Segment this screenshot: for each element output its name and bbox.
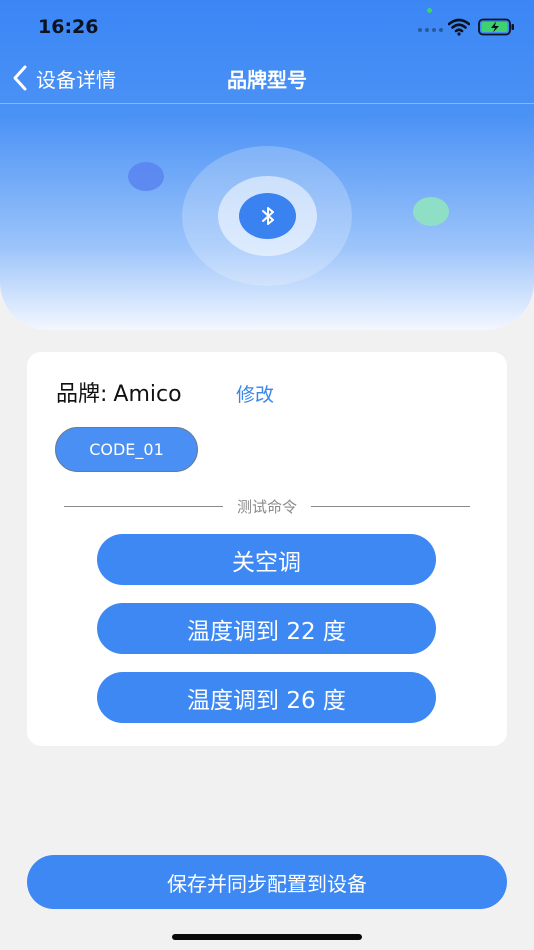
cellular-signal-icon [418, 28, 443, 32]
code-chip[interactable]: CODE_01 [55, 427, 198, 472]
page-title: 品牌型号 [227, 68, 307, 92]
save-sync-button[interactable]: 保存并同步配置到设备 [27, 855, 507, 909]
decorative-blob-green [413, 197, 449, 226]
device-card: 品牌: Amico 修改 CODE_01 测试命令 关空调 温度调到 22 度 … [27, 352, 507, 746]
privacy-indicator-dot [427, 8, 432, 13]
home-indicator [172, 934, 362, 940]
command-button-temp-22[interactable]: 温度调到 22 度 [97, 603, 436, 654]
command-button-ac-off[interactable]: 关空调 [97, 534, 436, 585]
command-button-temp-26[interactable]: 温度调到 26 度 [97, 672, 436, 723]
bluetooth-icon [261, 207, 274, 225]
divider-line-left [64, 505, 223, 507]
header-hero [0, 0, 534, 330]
battery-charging-icon [478, 18, 514, 36]
test-section-divider: 测试命令 [64, 494, 471, 518]
brand-row: 品牌: Amico [56, 376, 182, 408]
divider-line-right [311, 505, 471, 507]
edit-brand-link[interactable]: 修改 [236, 380, 274, 407]
brand-label: 品牌: [56, 382, 108, 407]
status-time: 16:26 [38, 16, 99, 38]
bluetooth-badge [239, 193, 296, 239]
wifi-icon [448, 18, 470, 36]
decorative-blob-blue [128, 162, 164, 191]
test-section-title: 测试命令 [237, 497, 298, 516]
nav-divider [0, 103, 534, 104]
brand-value: Amico [113, 382, 182, 407]
